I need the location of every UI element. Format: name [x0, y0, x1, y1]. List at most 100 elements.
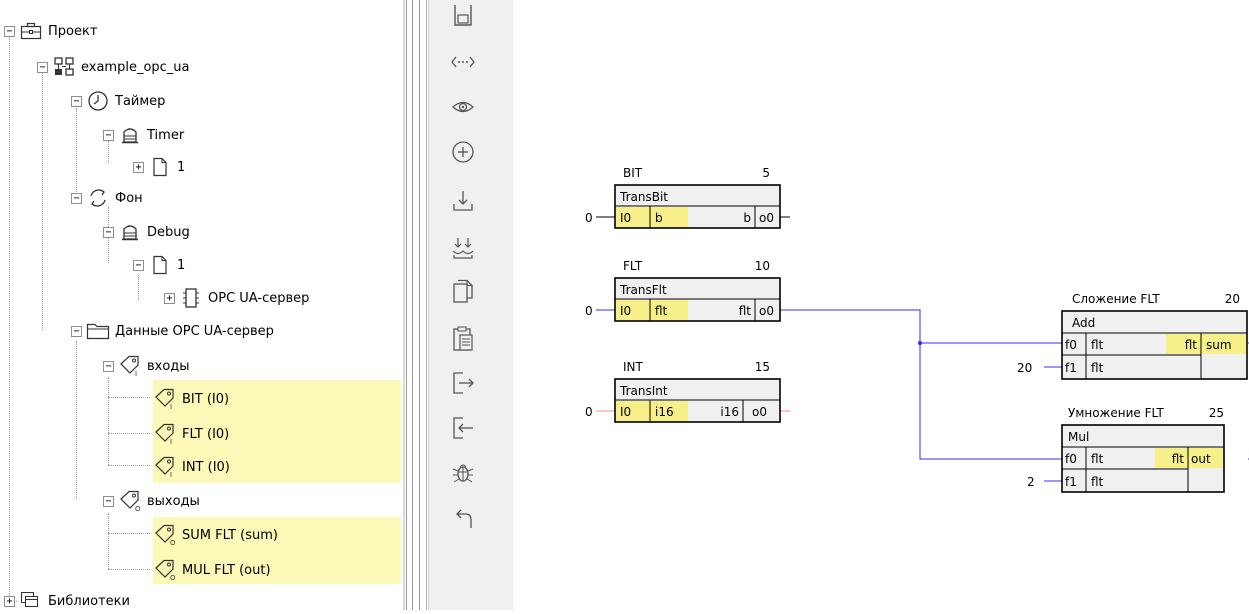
undo-button[interactable] [443, 503, 483, 533]
tree-label: FLT (I0) [182, 426, 230, 442]
collapse-toggle-icon[interactable]: − [103, 360, 114, 372]
export-icon [451, 370, 475, 396]
view-icon [451, 99, 475, 115]
tree-node-example-opc-ua[interactable]: − example_opc_ua [37, 56, 190, 78]
port-out: out [1191, 452, 1211, 466]
tree-node-mul-flt[interactable]: O MUL FLT (out) [153, 559, 271, 581]
import-icon [451, 236, 475, 260]
add-icon [451, 140, 475, 164]
tree-node-opc-server[interactable]: + OPC UA-сервер [164, 287, 309, 309]
tree-node-timer-group[interactable]: − Таймер [71, 90, 165, 112]
export-button[interactable] [443, 368, 483, 398]
port-in-type: i16 [655, 405, 674, 419]
tag-icon: I [118, 355, 142, 377]
save-button[interactable] [443, 2, 483, 32]
const-mul-f1: 2 [1027, 475, 1035, 489]
wire-flt-to-mul[interactable] [780, 309, 1062, 460]
collapse-toggle-icon[interactable]: − [133, 259, 144, 271]
login-icon [451, 415, 475, 441]
connect-icon [450, 54, 476, 70]
tree-node-project[interactable]: − Проект [4, 20, 97, 42]
block-int[interactable]: INT 15 TransInt I0 i16 i16 o0 [614, 360, 781, 423]
collapse-toggle-icon[interactable]: − [37, 61, 48, 73]
download-button[interactable] [443, 186, 483, 216]
collapse-toggle-icon[interactable]: − [71, 95, 82, 107]
tree-label: SUM FLT (sum) [182, 527, 278, 543]
import-button[interactable] [443, 233, 483, 263]
add-button[interactable] [443, 137, 483, 167]
tag-icon: O [118, 490, 142, 512]
tree-node-int[interactable]: I INT (I0) [153, 456, 230, 478]
block-number: 20 [1225, 292, 1240, 306]
block-number: 5 [762, 166, 770, 180]
tree-node-debug-task[interactable]: − Debug [103, 221, 190, 243]
tree-label: Фон [115, 190, 143, 206]
tree-node-sum-flt[interactable]: O SUM FLT (sum) [153, 524, 278, 546]
block-type: Add [1072, 316, 1095, 330]
splitter[interactable] [403, 0, 405, 610]
block-type: TransInt [619, 384, 668, 398]
project-tree[interactable]: − Проект − example_opc_ua − Таймер − Tim… [0, 0, 403, 610]
block-bit[interactable]: BIT 5 TransBit I0 b b o0 [614, 166, 781, 229]
tree-node-inputs[interactable]: − I входы [103, 355, 190, 377]
tree-line [76, 108, 77, 192]
tree-node-bit[interactable]: I BIT (I0) [153, 388, 229, 410]
page-icon [148, 254, 172, 276]
paste-button[interactable] [443, 324, 483, 354]
tree-label: Timer [147, 127, 185, 143]
block-add[interactable]: Сложение FLT 20 Add f0 flt f1 flt flt su… [1061, 292, 1248, 380]
library-icon [19, 590, 43, 610]
tree-node-background[interactable]: − Фон [71, 187, 143, 209]
tree-node-opc-data[interactable]: − Данные OPC UA-сервер [71, 320, 274, 342]
expand-toggle-icon[interactable]: + [4, 595, 15, 607]
tree-node-timer-task[interactable]: − Timer [103, 124, 184, 146]
collapse-toggle-icon[interactable]: − [71, 325, 82, 337]
tree-label: выходы [147, 493, 200, 509]
download-icon [451, 189, 475, 213]
const-flt: 0 [585, 304, 593, 318]
collapse-toggle-icon[interactable]: − [103, 495, 114, 507]
port-out: o0 [752, 405, 767, 419]
tree-node-libraries[interactable]: + Библиотеки [4, 590, 130, 610]
tree-node-flt[interactable]: I FLT (I0) [153, 423, 229, 445]
tag-icon: O [153, 559, 177, 581]
port-in1-type: flt [1091, 475, 1104, 489]
tree-line [9, 36, 10, 602]
splitter-line [406, 0, 407, 610]
collapse-toggle-icon[interactable]: − [4, 25, 15, 37]
block-mul[interactable]: Умножение FLT 25 Mul f0 flt f1 flt flt o… [1061, 406, 1225, 493]
port-out: sum [1206, 338, 1232, 352]
connect-button[interactable] [443, 47, 483, 77]
view-button[interactable] [443, 92, 483, 122]
expand-toggle-icon[interactable]: + [164, 292, 175, 304]
block-name: BIT [623, 166, 643, 180]
block-flt[interactable]: FLT 10 TransFlt I0 flt flt o0 [614, 259, 781, 322]
collapse-toggle-icon[interactable]: − [103, 226, 114, 238]
block-number: 25 [1209, 406, 1224, 420]
port-in-type: flt [655, 304, 668, 318]
tree-line [108, 377, 109, 465]
tree-node-outputs[interactable]: − O выходы [103, 490, 200, 512]
tree-node-timer-page[interactable]: + 1 [133, 156, 185, 178]
clock-icon [86, 90, 110, 112]
splitter-line [412, 0, 413, 610]
expand-toggle-icon[interactable]: + [133, 161, 144, 173]
debug-button[interactable] [443, 458, 483, 488]
structure-icon [52, 56, 76, 78]
diagram-canvas[interactable]: 0 0 0 20 2 BIT 5 TransBit I0 b b o0 FLT … [513, 0, 1249, 610]
tree-line [42, 72, 43, 330]
tree-label: OPC UA-сервер [208, 290, 310, 306]
login-button[interactable] [443, 413, 483, 443]
collapse-toggle-icon[interactable]: − [71, 192, 82, 204]
port-in-type: b [655, 211, 663, 225]
copy-icon [452, 279, 474, 305]
port-out-type: flt [1172, 452, 1185, 466]
tree-node-debug-page[interactable]: − 1 [133, 254, 185, 276]
block-name: INT [623, 360, 644, 374]
wire-junction [918, 341, 922, 345]
debug-icon [451, 460, 475, 486]
port-out: o0 [759, 211, 774, 225]
tree-label: 1 [177, 159, 186, 175]
collapse-toggle-icon[interactable]: − [103, 129, 114, 141]
copy-button[interactable] [443, 277, 483, 307]
